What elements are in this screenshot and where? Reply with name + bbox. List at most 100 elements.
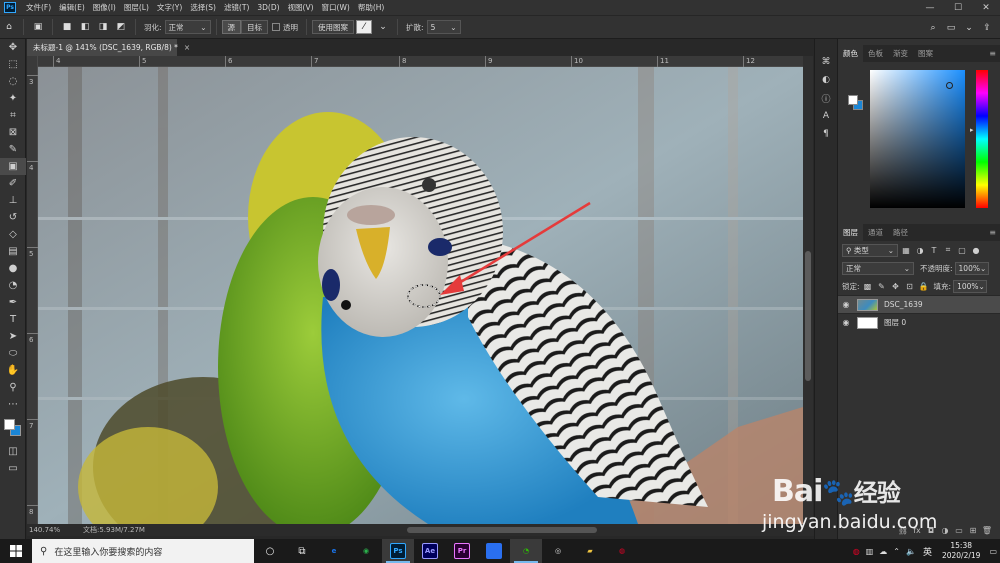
layer-filter-select[interactable]: ⚲ 类型 ⌄ [842,243,898,257]
frame-tool-icon[interactable]: ⊠ [0,124,26,141]
transparent-checkbox[interactable] [272,23,281,31]
foreground-color-chip[interactable] [848,95,858,105]
type-tool-icon[interactable]: T [0,311,26,328]
add-selection-icon[interactable]: ◧ [78,20,92,34]
blend-mode-select[interactable]: 正常 ⌄ [842,261,914,275]
menu-file[interactable]: 文件(F) [22,2,55,13]
type-filter-icon[interactable]: T [928,244,940,256]
character-icon[interactable]: A [815,107,837,125]
hue-slider-marker[interactable]: ▸ [970,126,974,134]
patch-tool-preset-icon[interactable]: ▣ [31,20,45,34]
new-selection-icon[interactable]: ■ [60,20,74,34]
clone-stamp-tool-icon[interactable]: ⊥ [0,192,26,209]
taskbar-app-explorer[interactable]: ▰ [574,539,606,563]
taskbar-app-wps[interactable]: W [478,539,510,563]
layer-row[interactable]: ◉ 图层 0 [838,313,1000,331]
tab-gradients[interactable]: 渐变 [888,45,913,62]
blur-tool-icon[interactable]: ● [0,260,26,277]
clock[interactable]: 15:38 2020/2/19 [936,541,986,561]
opacity-field[interactable]: 100% ⌄ [954,261,989,275]
gradient-tool-icon[interactable]: ▤ [0,243,26,260]
pattern-picker-icon[interactable]: ⁄ [356,20,373,34]
intersect-selection-icon[interactable]: ◩ [114,20,128,34]
tab-channels[interactable]: 通道 [863,224,888,241]
magic-wand-tool-icon[interactable]: ✦ [0,90,26,107]
tab-swatches[interactable]: 色板 [863,45,888,62]
history-brush-tool-icon[interactable]: ↺ [0,209,26,226]
eye-icon[interactable]: ◉ [838,318,854,327]
style-select[interactable]: 正常 ⌄ [164,20,211,34]
show-hidden-icons-icon[interactable]: ⌃ [890,547,903,556]
target-button[interactable]: 目标 [241,20,269,34]
delete-layer-icon[interactable]: 🗑 [980,526,994,535]
chevron-down-icon[interactable]: ⌄ [962,21,976,35]
menu-3d[interactable]: 3D(D) [253,3,283,12]
use-pattern-button[interactable]: 使用图案 [312,20,355,34]
panel-menu-icon[interactable]: ≡ [989,228,1000,237]
more-tools-icon[interactable]: ⋯ [0,396,26,413]
eyedropper-tool-icon[interactable]: ✎ [0,141,26,158]
taskbar-app-wechat[interactable]: ◔ [510,539,542,563]
pen-tool-icon[interactable]: ✒ [0,294,26,311]
lock-artboard-icon[interactable]: ⊡ [904,280,916,292]
taskbar-app-360[interactable]: ◉ [350,539,382,563]
taskbar-app-photoshop[interactable]: Ps [382,539,414,563]
tab-paths[interactable]: 路径 [888,224,913,241]
document-size[interactable]: 文档:5.93M/7.27M [83,525,145,535]
layer-name[interactable]: DSC_1639 [884,300,923,309]
share-icon[interactable]: ⇪ [980,21,994,35]
shape-tool-icon[interactable]: ⬭ [0,345,26,362]
brush-tool-icon[interactable]: ✐ [0,175,26,192]
adjustments-icon[interactable]: ◐ [815,71,837,89]
hue-slider[interactable] [976,70,988,208]
info-icon[interactable]: ⓘ [815,89,837,107]
pixel-filter-icon[interactable]: ▦ [900,244,912,256]
diffusion-select[interactable]: 5 ⌄ [426,20,461,34]
tab-color[interactable]: 颜色 [838,45,863,62]
adjustment-filter-icon[interactable]: ◑ [914,244,926,256]
workspace-icon[interactable]: ▭ [944,21,958,35]
marquee-tool-icon[interactable]: ⬚ [0,56,26,73]
adjustment-layer-icon[interactable]: ◑ [938,526,952,535]
menu-view[interactable]: 视图(V) [284,2,318,13]
search-icon[interactable]: ⌕ [926,21,940,35]
menu-window[interactable]: 窗口(W) [318,2,354,13]
taskbar-search-box[interactable]: ⚲ 在这里输入你要搜索的内容 [32,539,254,563]
shape-filter-icon[interactable]: ⌗ [942,244,954,256]
layer-mask-icon[interactable]: ◘ [924,526,938,535]
menu-select[interactable]: 选择(S) [186,2,220,13]
minimize-button[interactable]: — [916,0,944,15]
panel-menu-icon[interactable]: ≡ [989,49,1000,58]
hand-tool-icon[interactable]: ✋ [0,362,26,379]
volume-icon[interactable]: 🔈 [903,547,919,556]
source-button[interactable]: 源 [221,20,242,34]
home-icon[interactable]: ⌂ [2,20,16,34]
start-button[interactable] [0,539,32,563]
cortana-icon[interactable]: ○ [254,539,286,563]
close-tab-icon[interactable]: × [184,43,190,52]
menu-image[interactable]: 图像(I) [89,2,120,13]
new-group-icon[interactable]: ▭ [952,526,966,535]
dodge-tool-icon[interactable]: ◔ [0,277,26,294]
network-icon[interactable]: ▥ [863,547,877,556]
paragraph-icon[interactable]: ¶ [815,125,837,143]
netease-tray-icon[interactable]: ◍ [850,547,863,556]
scroll-thumb[interactable] [805,251,811,381]
onedrive-icon[interactable]: ☁ [876,547,890,556]
document-canvas[interactable] [38,67,803,524]
lock-position-icon[interactable]: ✥ [890,280,902,292]
zoom-tool-icon[interactable]: ⚲ [0,379,26,396]
eye-icon[interactable]: ◉ [838,300,854,309]
subtract-selection-icon[interactable]: ◨ [96,20,110,34]
eraser-tool-icon[interactable]: ◇ [0,226,26,243]
layer-name[interactable]: 图层 0 [884,317,906,328]
taskbar-app-edge[interactable]: e [318,539,350,563]
menu-edit[interactable]: 编辑(E) [55,2,89,13]
crop-tool-icon[interactable]: ⌗ [0,107,26,124]
saturation-brightness-field[interactable] [870,70,965,208]
color-swatches[interactable] [0,413,26,443]
menu-help[interactable]: 帮助(H) [354,2,389,13]
taskbar-app-after-effects[interactable]: Ae [414,539,446,563]
new-layer-icon[interactable]: ⊞ [966,526,980,535]
chevron-down-icon[interactable]: ⌄ [376,20,390,34]
